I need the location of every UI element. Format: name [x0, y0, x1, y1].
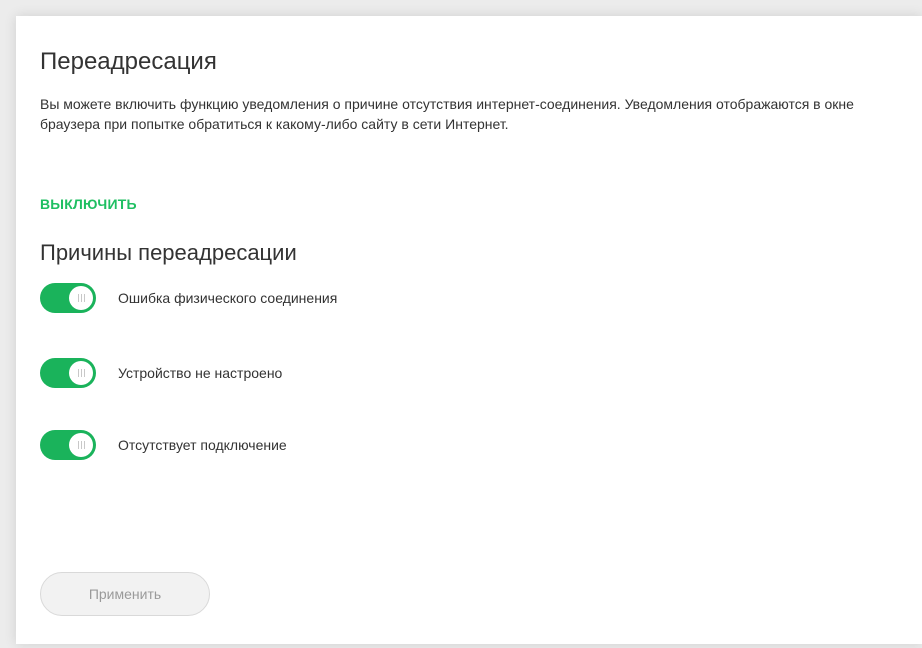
redirect-settings-panel: Переадресация Вы можете включить функцию… — [16, 16, 922, 644]
reasons-title: Причины переадресации — [40, 240, 297, 265]
toggle-switch-not-configured[interactable] — [40, 358, 96, 388]
page-description: Вы можете включить функцию уведомления о… — [40, 96, 854, 132]
switch-knob — [69, 286, 93, 310]
grip-icon — [77, 369, 85, 377]
switch-knob — [69, 361, 93, 385]
switch-knob — [69, 433, 93, 457]
page-title: Переадресация — [40, 48, 217, 75]
apply-button[interactable]: Применить — [40, 572, 210, 616]
reason-label-no-connection: Отсутствует подключение — [118, 437, 287, 453]
toggle-switch-no-connection[interactable] — [40, 430, 96, 460]
disable-link[interactable]: ВЫКЛЮЧИТЬ — [40, 196, 137, 212]
reason-row-not-configured: Устройство не настроено — [40, 358, 282, 388]
grip-icon — [77, 441, 85, 449]
toggle-switch-physical-error[interactable] — [40, 283, 96, 313]
reason-row-physical-error: Ошибка физического соединения — [40, 283, 337, 313]
reason-label-physical-error: Ошибка физического соединения — [118, 290, 338, 306]
reason-label-not-configured: Устройство не настроено — [118, 365, 283, 381]
grip-icon — [77, 294, 85, 302]
reason-row-no-connection: Отсутствует подключение — [40, 430, 287, 460]
